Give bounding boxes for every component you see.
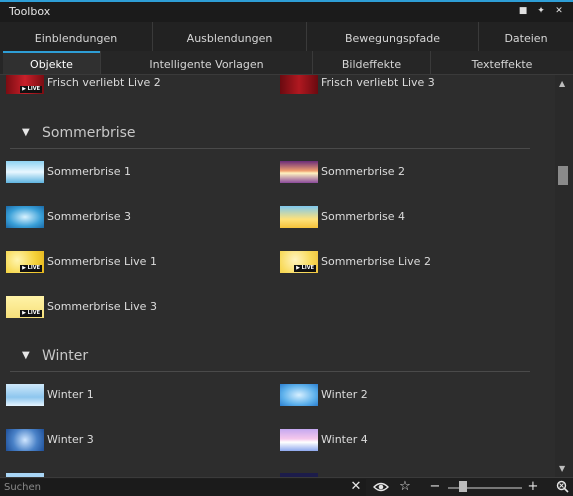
tab-bewegungspfade[interactable]: Bewegungspfade: [306, 22, 478, 51]
tab-ausblendungen[interactable]: Ausblendungen: [152, 22, 306, 51]
collapse-toggle-icon[interactable]: ▼: [22, 127, 30, 138]
list-item[interactable]: Sommerbrise 4: [280, 206, 500, 228]
section-title: Sommerbrise: [42, 125, 136, 141]
list-item[interactable]: Frisch verliebt Live 3: [280, 75, 500, 94]
bottom-toolbar: ✕ ☆ − +: [0, 477, 573, 496]
thumbnail: [6, 206, 44, 228]
scroll-down-icon[interactable]: ▼: [559, 464, 565, 473]
star-icon[interactable]: ☆: [396, 478, 414, 496]
list-item[interactable]: ▶ LIVE Sommerbrise Live 2: [280, 251, 500, 273]
tab-einblendungen[interactable]: Einblendungen: [0, 22, 152, 51]
list-item[interactable]: Winter 2: [280, 384, 500, 406]
item-label: Winter 1: [47, 388, 94, 401]
item-label: Winter 3: [47, 433, 94, 446]
section-divider: [10, 371, 530, 372]
close-icon[interactable]: ✕: [553, 5, 565, 17]
thumbnail: [6, 429, 44, 451]
list-item[interactable]: Sommerbrise 3: [6, 206, 226, 228]
item-label: Winter 2: [321, 388, 368, 401]
scrollbar-thumb[interactable]: [558, 166, 568, 185]
item-label: Frisch verliebt Live 2: [47, 76, 161, 89]
item-label: Sommerbrise 1: [47, 165, 131, 178]
tab-intelligente-vorlagen[interactable]: Intelligente Vorlagen: [100, 51, 312, 74]
pin-icon[interactable]: ✦: [535, 5, 547, 17]
item-label: Sommerbrise 4: [321, 210, 405, 223]
list-item[interactable]: ▶ LIVE Frisch verliebt Live 2: [6, 75, 226, 94]
live-badge: ▶ LIVE: [20, 265, 42, 272]
item-label: Sommerbrise 2: [321, 165, 405, 178]
collapse-toggle-icon[interactable]: ▼: [22, 350, 30, 361]
thumbnail: [280, 75, 318, 94]
sub-tab-bar: Objekte Intelligente Vorlagen Bildeffekt…: [0, 51, 573, 75]
zoom-in-icon[interactable]: +: [526, 478, 540, 496]
thumbnail: ▶ LIVE: [6, 251, 44, 273]
thumbnail: ▶ LIVE: [280, 251, 318, 273]
search-input[interactable]: [0, 479, 366, 496]
list-item[interactable]: ▶ LIVE Sommerbrise Live 1: [6, 251, 226, 273]
tab-texteffekte[interactable]: Texteffekte: [430, 51, 573, 74]
live-badge: ▶ LIVE: [20, 310, 42, 317]
item-label: Winter 4: [321, 433, 368, 446]
window-title: Toolbox: [9, 5, 51, 18]
thumbnail: [280, 384, 318, 406]
section-divider: [10, 148, 530, 149]
list-item[interactable]: Sommerbrise 2: [280, 161, 500, 183]
thumbnail: [280, 161, 318, 183]
thumbnail: [6, 161, 44, 183]
title-bar: Toolbox ■ ✦ ✕: [0, 0, 573, 22]
scroll-up-icon[interactable]: ▲: [559, 79, 565, 88]
item-label: Sommerbrise 3: [47, 210, 131, 223]
section-header-winter[interactable]: ▼ Winter: [0, 344, 540, 374]
list-item[interactable]: Winter 3: [6, 429, 226, 451]
section-title: Winter: [42, 348, 89, 364]
thumbnail: ▶ LIVE: [6, 75, 44, 94]
item-label: Frisch verliebt Live 3: [321, 76, 435, 89]
restore-icon[interactable]: ■: [517, 5, 529, 17]
thumbnail: [280, 429, 318, 451]
tab-bildeffekte[interactable]: Bildeffekte: [312, 51, 430, 74]
thumbnail: [6, 384, 44, 406]
live-badge: ▶ LIVE: [20, 86, 42, 93]
list-item[interactable]: Winter 1: [6, 384, 226, 406]
list-item[interactable]: ▶ LIVE Sommerbrise Live 3: [6, 296, 226, 318]
thumbnail: [280, 206, 318, 228]
item-label: Sommerbrise Live 3: [47, 300, 157, 313]
list-item[interactable]: Sommerbrise 1: [6, 161, 226, 183]
tab-dateien[interactable]: Dateien: [478, 22, 573, 51]
item-label: Sommerbrise Live 1: [47, 255, 157, 268]
section-header-sommerbrise[interactable]: ▼ Sommerbrise: [0, 121, 540, 151]
thumbnail: ▶ LIVE: [6, 296, 44, 318]
zoom-fit-icon[interactable]: [553, 478, 571, 496]
list-item[interactable]: Winter 4: [280, 429, 500, 451]
zoom-slider-handle[interactable]: [459, 481, 467, 492]
live-badge: ▶ LIVE: [294, 265, 316, 272]
effects-list: ▶ LIVE Frisch verliebt Live 2 Frisch ver…: [0, 75, 555, 477]
tab-objekte[interactable]: Objekte: [3, 51, 100, 74]
vertical-scrollbar[interactable]: ▲ ▼: [555, 75, 573, 477]
main-tab-bar: Einblendungen Ausblendungen Bewegungspfa…: [0, 22, 573, 51]
zoom-out-icon[interactable]: −: [428, 478, 442, 496]
eye-icon[interactable]: [372, 478, 390, 496]
clear-icon[interactable]: ✕: [348, 478, 364, 496]
item-label: Sommerbrise Live 2: [321, 255, 431, 268]
